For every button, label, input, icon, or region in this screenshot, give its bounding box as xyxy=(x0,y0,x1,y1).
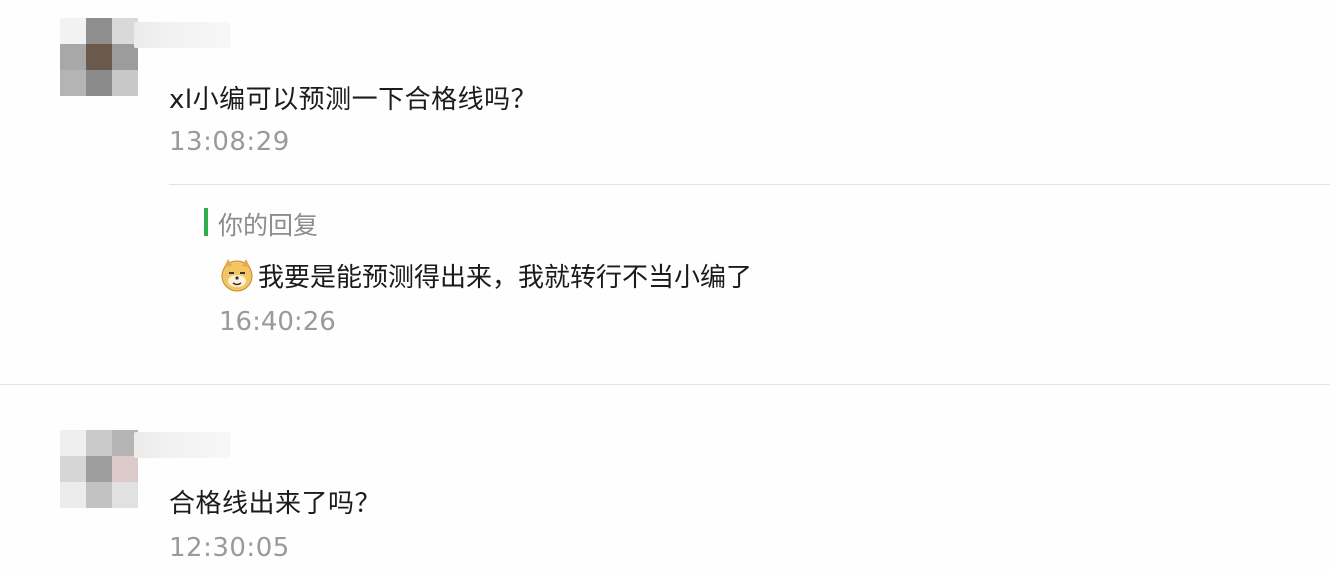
comment-timestamp: 13:08:29 xyxy=(169,127,290,157)
reply-divider xyxy=(169,184,1330,185)
comment-timestamp: 12:30:05 xyxy=(169,533,290,563)
avatar[interactable] xyxy=(60,18,138,96)
reply-text: 我要是能预测得出来，我就转行不当小编了 xyxy=(258,263,753,293)
reply-accent-bar xyxy=(204,208,208,236)
nickname-blurred[interactable] xyxy=(134,22,230,48)
nickname-blurred[interactable] xyxy=(134,432,230,458)
doge-emoji-icon xyxy=(219,257,255,293)
comment-text: xl小编可以预测一下合格线吗？ xyxy=(169,85,538,115)
comment-item xyxy=(0,0,1330,384)
comment-page: xl小编可以预测一下合格线吗？ 13:08:29 你的回复 我要是能预测得出来，… xyxy=(0,0,1330,572)
avatar[interactable] xyxy=(60,430,138,508)
reply-timestamp: 16:40:26 xyxy=(219,307,336,337)
comment-text: 合格线出来了吗？ xyxy=(169,489,382,519)
reply-label: 你的回复 xyxy=(218,211,319,240)
